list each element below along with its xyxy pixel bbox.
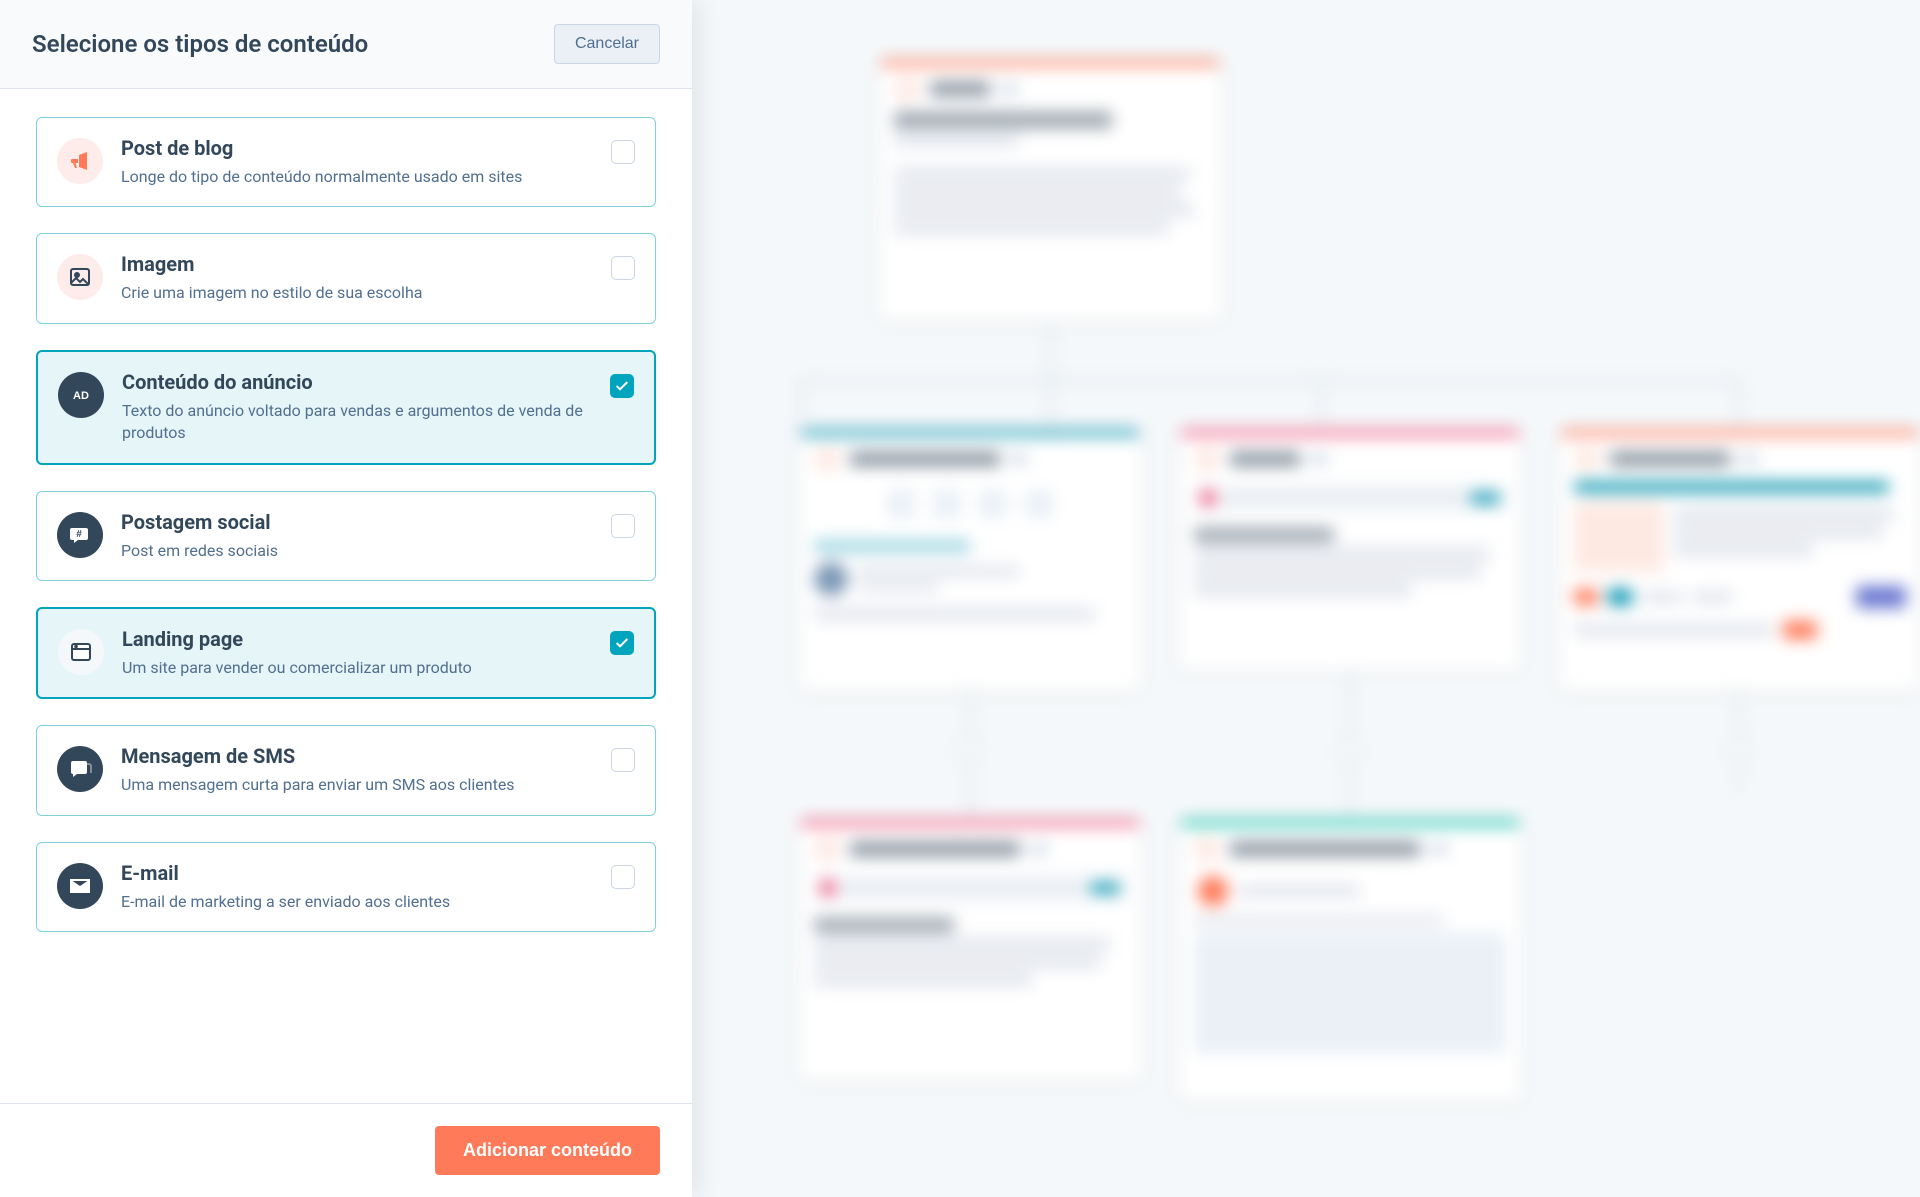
content-type-landing-page[interactable]: Landing page Um site para vender ou come… (36, 607, 656, 699)
ad-icon: AD (58, 372, 104, 418)
megaphone-icon (57, 138, 103, 184)
checkbox[interactable] (611, 256, 635, 280)
content-type-ad-content[interactable]: AD Conteúdo do anúncio Texto do anúncio … (36, 350, 656, 465)
checkbox[interactable] (610, 631, 634, 655)
content-type-desc: Longe do tipo de conteúdo normalmente us… (121, 166, 593, 188)
content-type-title: Mensagem de SMS (121, 744, 593, 768)
svg-text:#: # (76, 529, 82, 540)
panel-header: Selecione os tipos de conteúdo Cancelar (0, 0, 692, 89)
panel-title: Selecione os tipos de conteúdo (32, 30, 368, 58)
hashtag-icon: # (57, 512, 103, 558)
sms-icon (57, 746, 103, 792)
content-type-sms[interactable]: Mensagem de SMS Uma mensagem curta para … (36, 725, 656, 815)
content-type-desc: Crie uma imagem no estilo de sua escolha (121, 282, 593, 304)
panel-footer: Adicionar conteúdo (0, 1103, 692, 1197)
add-content-button[interactable]: Adicionar conteúdo (435, 1126, 660, 1175)
envelope-icon (57, 863, 103, 909)
content-type-selector-panel: Selecione os tipos de conteúdo Cancelar … (0, 0, 692, 1197)
image-icon (57, 254, 103, 300)
content-type-social-post[interactable]: # Postagem social Post em redes sociais (36, 491, 656, 581)
content-type-desc: E-mail de marketing a ser enviado aos cl… (121, 891, 593, 913)
checkbox[interactable] (611, 140, 635, 164)
content-type-title: E-mail (121, 861, 593, 885)
browser-icon (58, 629, 104, 675)
content-type-title: Post de blog (121, 136, 593, 160)
panel-body: Post de blog Longe do tipo de conteúdo n… (0, 89, 692, 1103)
svg-text:AD: AD (73, 390, 89, 402)
content-type-title: Conteúdo do anúncio (122, 370, 592, 394)
content-type-blog-post[interactable]: Post de blog Longe do tipo de conteúdo n… (36, 117, 656, 207)
checkbox[interactable] (611, 748, 635, 772)
content-type-desc: Texto do anúncio voltado para vendas e a… (122, 400, 592, 445)
content-type-email[interactable]: E-mail E-mail de marketing a ser enviado… (36, 842, 656, 932)
content-type-desc: Um site para vender ou comercializar um … (122, 657, 592, 679)
cancel-button[interactable]: Cancelar (554, 24, 660, 64)
content-type-title: Postagem social (121, 510, 593, 534)
content-type-title: Imagem (121, 252, 593, 276)
content-type-title: Landing page (122, 627, 592, 651)
checkbox[interactable] (611, 514, 635, 538)
checkbox[interactable] (610, 374, 634, 398)
content-type-desc: Post em redes sociais (121, 540, 593, 562)
checkbox[interactable] (611, 865, 635, 889)
content-type-desc: Uma mensagem curta para enviar um SMS ao… (121, 774, 593, 796)
content-type-image[interactable]: Imagem Crie uma imagem no estilo de sua … (36, 233, 656, 323)
